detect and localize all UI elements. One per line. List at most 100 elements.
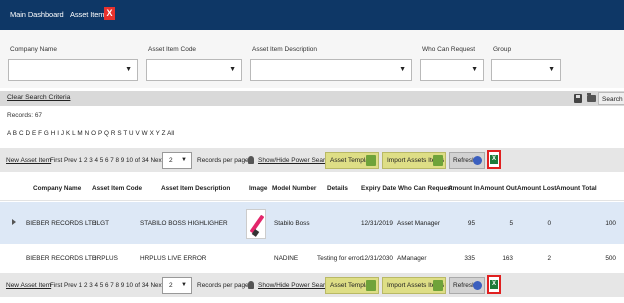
- highlighter-thumbnail[interactable]: [246, 209, 266, 239]
- lightbulb-icon: [248, 281, 254, 289]
- pagination-links[interactable]: First Prev 1 2 3 4 5 6 7 8 9 10 of 34 Ne…: [50, 282, 177, 289]
- save-icon[interactable]: [574, 94, 582, 103]
- col-who-can-request[interactable]: Who Can Request: [398, 185, 453, 192]
- who-can-request-select[interactable]: ▼: [420, 59, 484, 81]
- col-amount-total[interactable]: Amount Total: [556, 185, 597, 192]
- asset-item-description-label: Asset Item Description: [252, 46, 318, 53]
- group-label: Group: [493, 46, 512, 53]
- asset-template-button[interactable]: Asset Template: [325, 277, 379, 294]
- cell-amount-lost: 2: [547, 255, 551, 262]
- records-per-page-label: Records per page: [197, 157, 249, 164]
- template-icon: [366, 155, 376, 166]
- excel-export-button[interactable]: X: [487, 275, 501, 294]
- cell-amount-in: 335: [464, 255, 475, 262]
- asset-item-code-select[interactable]: ▼: [146, 59, 242, 81]
- import-assets-button[interactable]: Import Assets Items: [382, 152, 446, 169]
- refresh-button[interactable]: Refresh: [449, 277, 485, 294]
- col-amount-out[interactable]: Amount Out: [480, 185, 517, 192]
- search-button[interactable]: Search: [598, 92, 624, 105]
- chevron-down-icon: ▼: [471, 66, 478, 73]
- cell-amount-total: 500: [605, 255, 616, 262]
- alphabet-filter[interactable]: A B C D E F G H I J K L M N O P Q R S T …: [7, 130, 174, 137]
- excel-icon: X: [490, 280, 498, 289]
- clear-search-link[interactable]: Clear Search Criteria: [7, 94, 70, 101]
- table-row[interactable]: BIEBER RECORDS LTD HLGT STABILO BOSS HIG…: [0, 202, 624, 244]
- chevron-down-icon: ▼: [125, 66, 132, 73]
- cell-details: Testing for error: [317, 255, 362, 262]
- who-can-request-label: Who Can Request: [422, 46, 476, 53]
- folder-icon[interactable]: [587, 93, 596, 102]
- page-size-value: 2: [169, 157, 173, 164]
- import-assets-button[interactable]: Import Assets Items: [382, 277, 446, 294]
- records-count: Records: 67: [7, 112, 43, 119]
- tab-asset-items[interactable]: Asset Items: [70, 10, 108, 19]
- close-tab-button[interactable]: X: [104, 7, 115, 20]
- cell-model: NADINE: [274, 255, 299, 262]
- filter-panel: Company Name ▼ Asset Item Code ▼ Asset I…: [0, 30, 624, 88]
- lightbulb-icon: [248, 156, 254, 164]
- company-name-select[interactable]: ▼: [8, 59, 138, 81]
- asset-template-button[interactable]: Asset Template: [325, 152, 379, 169]
- col-model-number[interactable]: Model Number: [272, 185, 316, 192]
- cell-amount-lost: 0: [547, 220, 551, 227]
- top-nav: Main Dashboard Asset Items X: [0, 0, 624, 30]
- col-asset-item-description[interactable]: Asset Item Description: [161, 185, 230, 192]
- cell-amount-out: 5: [509, 220, 513, 227]
- chevron-down-icon: ▼: [399, 66, 406, 73]
- cell-expiry: 12/31/2019: [361, 220, 393, 227]
- cell-amount-total: 100: [605, 220, 616, 227]
- page-size-value: 2: [169, 282, 173, 289]
- tab-main-dashboard[interactable]: Main Dashboard: [10, 10, 64, 19]
- grid-header: Company Name Asset Item Code Asset Item …: [0, 177, 624, 201]
- col-amount-lost-visible[interactable]: Amount Lost: [517, 185, 556, 192]
- cell-expiry: 12/31/2030: [361, 255, 393, 262]
- col-amount-in[interactable]: Amount In: [448, 185, 480, 192]
- records-per-page-label: Records per page: [197, 282, 249, 289]
- chevron-down-icon: ▼: [548, 66, 555, 73]
- pager-bottom: New Asset Item First Prev 1 2 3 4 5 6 7 …: [0, 273, 624, 297]
- highlighter-cap-icon: [251, 229, 260, 237]
- excel-icon: X: [490, 155, 498, 164]
- col-asset-item-code[interactable]: Asset Item Code: [92, 185, 142, 192]
- chevron-down-icon: ▼: [229, 66, 236, 73]
- cell-code: HLGT: [92, 220, 110, 227]
- company-name-label: Company Name: [10, 46, 57, 53]
- pagination-links[interactable]: First Prev 1 2 3 4 5 6 7 8 9 10 of 34 Ne…: [50, 157, 177, 164]
- power-search-toggle[interactable]: Show/Hide Power Search: [258, 157, 332, 164]
- col-expiry-date[interactable]: Expiry Date: [361, 185, 396, 192]
- refresh-icon: [473, 281, 482, 290]
- cell-company: BIEBER RECORDS LTD: [26, 220, 97, 227]
- col-company-name[interactable]: Company Name: [33, 185, 81, 192]
- cell-who: Asset Manager: [397, 220, 440, 227]
- asset-item-description-select[interactable]: ▼: [250, 59, 412, 81]
- cell-description: HRPLUS LIVE ERROR: [140, 255, 207, 262]
- cell-who: AManager: [397, 255, 427, 262]
- cell-amount-out: 163: [502, 255, 513, 262]
- template-icon: [366, 280, 376, 291]
- new-asset-item-link[interactable]: New Asset Item: [6, 282, 51, 289]
- cell-description: STABILO BOSS HIGHLIGHER: [140, 220, 228, 227]
- excel-export-button[interactable]: X: [487, 150, 501, 169]
- pager-top: New Asset Item First Prev 1 2 3 4 5 6 7 …: [0, 148, 624, 172]
- table-row[interactable]: BIEBER RECORDS LTD HRPLUS HRPLUS LIVE ER…: [0, 244, 624, 272]
- import-icon: [433, 280, 443, 291]
- import-icon: [433, 155, 443, 166]
- search-bar: Clear Search Criteria Search: [0, 91, 624, 106]
- page-size-select[interactable]: 2 ▼: [162, 277, 192, 294]
- col-details[interactable]: Details: [327, 185, 348, 192]
- new-asset-item-link[interactable]: New Asset Item: [6, 157, 51, 164]
- refresh-button[interactable]: Refresh: [449, 152, 485, 169]
- chevron-down-icon: ▼: [181, 157, 187, 163]
- power-search-toggle[interactable]: Show/Hide Power Search: [258, 282, 332, 289]
- row-expand-icon[interactable]: [12, 219, 16, 225]
- cell-amount-in: 95: [467, 220, 475, 227]
- cell-model: Stabilo Boss: [274, 220, 310, 227]
- col-image[interactable]: Image: [249, 185, 267, 192]
- cell-code: HRPLUS: [92, 255, 118, 262]
- refresh-icon: [473, 156, 482, 165]
- page-size-select[interactable]: 2 ▼: [162, 152, 192, 169]
- group-select[interactable]: ▼: [491, 59, 561, 81]
- chevron-down-icon: ▼: [181, 282, 187, 288]
- cell-company: BIEBER RECORDS LTD: [26, 255, 97, 262]
- asset-item-code-label: Asset Item Code: [148, 46, 197, 53]
